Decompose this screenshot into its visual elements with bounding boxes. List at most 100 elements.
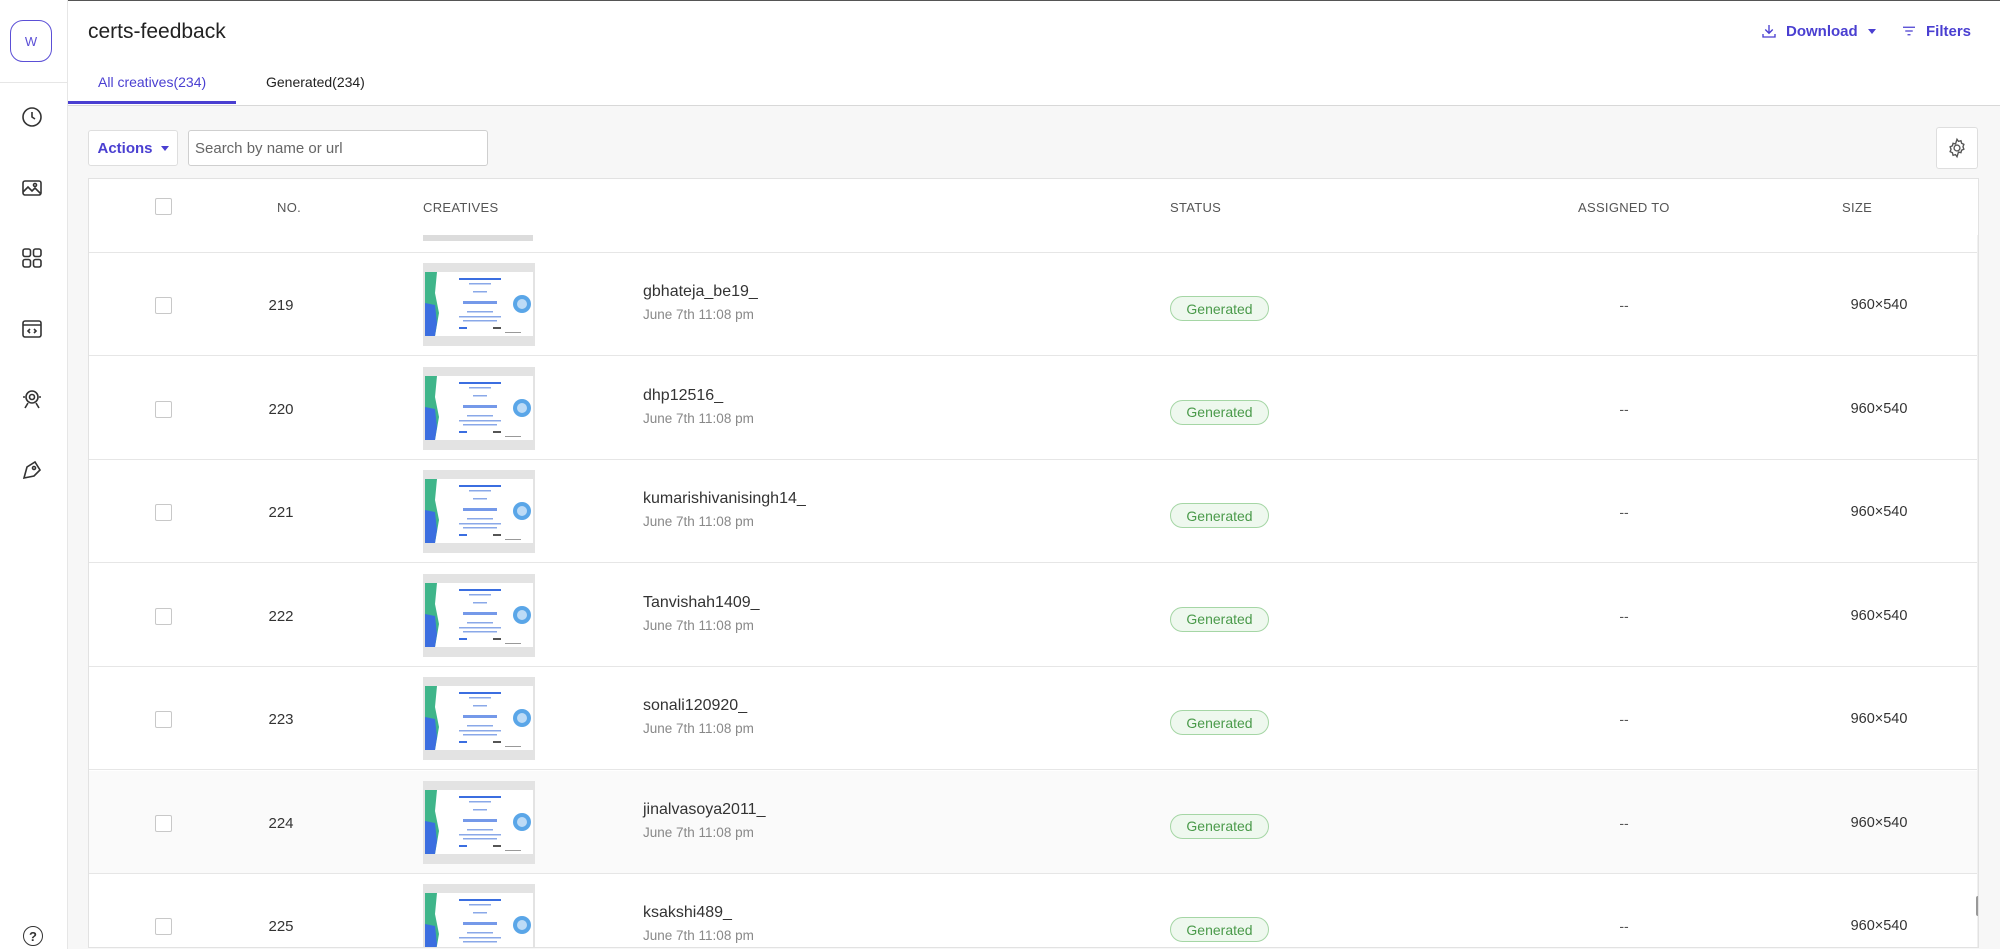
- row-checkbox[interactable]: [155, 918, 172, 935]
- creative-size: 960×540: [1850, 400, 1908, 417]
- creative-thumbnail[interactable]: [423, 884, 535, 947]
- assigned-to: --: [1619, 814, 1629, 831]
- help-icon[interactable]: ?: [23, 926, 43, 946]
- creative-thumbnail[interactable]: [423, 780, 535, 864]
- download-icon: [1762, 25, 1776, 38]
- creative-name[interactable]: jinalvasoya2011_: [643, 801, 765, 819]
- filters-label: Filters: [1926, 22, 1972, 40]
- creative-date: June 7th 11:08 pm: [643, 307, 754, 322]
- code-icon[interactable]: [18, 315, 46, 343]
- download-button[interactable]: Download: [1760, 22, 1876, 40]
- settings-button[interactable]: [1936, 127, 1978, 169]
- avatar-letter: W: [24, 33, 38, 49]
- row-checkbox[interactable]: [155, 504, 172, 521]
- sidebar-divider: [0, 82, 68, 83]
- chevron-down-icon: [160, 145, 169, 151]
- creative-name[interactable]: dhp12516_: [643, 387, 723, 405]
- page-title: certs-feedback: [88, 20, 226, 43]
- creative-thumbnail[interactable]: [423, 470, 535, 553]
- row-checkbox[interactable]: [155, 814, 172, 832]
- row-checkbox[interactable]: [155, 607, 172, 625]
- filter-icon: [1903, 26, 1915, 36]
- status-badge: Generated: [1170, 917, 1269, 942]
- scrollbar-track[interactable]: [1977, 235, 1978, 947]
- assigned-to: --: [1619, 607, 1629, 624]
- creative-size: 960×540: [1850, 607, 1908, 624]
- creative-date: June 7th 11:08 pm: [643, 514, 754, 529]
- sidebar: W ?: [0, 0, 68, 949]
- active-tab-indicator: [68, 101, 236, 104]
- row-number: 222: [268, 607, 294, 625]
- select-all-checkbox[interactable]: [155, 198, 172, 215]
- creative-size: 960×540: [1850, 504, 1908, 520]
- actions-dropdown[interactable]: Actions: [88, 130, 178, 166]
- row-checkbox[interactable]: [155, 711, 172, 728]
- gear-icon: [1949, 137, 1965, 159]
- workspace-avatar[interactable]: W: [10, 20, 52, 62]
- grid-icon[interactable]: [18, 244, 46, 272]
- row-number: 225: [268, 918, 294, 935]
- filters-button[interactable]: Filters: [1900, 22, 1971, 40]
- creative-name[interactable]: gbhateja_be19_: [643, 283, 758, 301]
- creative-thumbnail[interactable]: [423, 263, 535, 346]
- table-row[interactable]: 219 gbhateja_be19_ June 7th 11:08 pm Genera…: [89, 253, 1978, 356]
- creative-name[interactable]: kumarishivanisingh14_: [643, 490, 806, 508]
- table-row[interactable]: 220 dhp12516_ June 7th 11:08 pm Generated --…: [89, 356, 1978, 460]
- creatives-table: NO. CREATIVES STATUS ASSIGNED TO SIZE 21…: [88, 178, 1979, 948]
- row-checkbox[interactable]: [155, 297, 172, 314]
- assigned-to: --: [1619, 400, 1629, 417]
- status-badge: Generated: [1170, 399, 1269, 425]
- header-border: [68, 0, 2000, 1]
- table-row[interactable]: 223 sonali120920_ June 7th 11:08 pm Generat…: [89, 667, 1978, 770]
- partial-thumbnail: [423, 235, 533, 241]
- status-badge: Generated: [1170, 813, 1269, 839]
- col-size: SIZE: [1842, 200, 1873, 215]
- col-assigned: ASSIGNED TO: [1578, 200, 1670, 215]
- creative-size: 960×540: [1850, 814, 1908, 831]
- row-number: 220: [268, 400, 294, 418]
- creative-name[interactable]: Tanvishah1409_: [643, 594, 760, 612]
- assigned-to: --: [1619, 918, 1629, 934]
- download-label: Download: [1786, 22, 1858, 40]
- row-number: 219: [268, 297, 294, 314]
- creative-thumbnail[interactable]: [423, 677, 535, 760]
- table-row[interactable]: 224 jinalvasoya2011_ June 7th 11:08 pm Gene…: [89, 770, 1978, 874]
- creative-thumbnail[interactable]: [423, 573, 535, 657]
- creative-name[interactable]: sonali120920_: [643, 697, 747, 715]
- creative-size: 960×540: [1850, 297, 1908, 313]
- tab-all-creatives[interactable]: All creatives(234): [98, 74, 206, 90]
- creative-thumbnail[interactable]: [423, 366, 535, 450]
- col-status: STATUS: [1170, 200, 1222, 215]
- actions-label: Actions: [97, 139, 153, 157]
- tab-bar: All creatives(234) Generated(234): [68, 62, 2000, 106]
- creative-date: June 7th 11:08 pm: [643, 928, 754, 943]
- creative-date: June 7th 11:08 pm: [643, 824, 754, 840]
- row-number: 223: [268, 711, 294, 728]
- assigned-to: --: [1619, 711, 1629, 727]
- creative-date: June 7th 11:08 pm: [643, 721, 754, 736]
- image-icon[interactable]: [18, 174, 46, 202]
- table-header: NO. CREATIVES STATUS ASSIGNED TO SIZE: [89, 179, 1978, 235]
- assigned-to: --: [1619, 297, 1629, 313]
- assigned-to: --: [1619, 504, 1629, 520]
- tab-generated[interactable]: Generated(234): [266, 74, 365, 90]
- tag-icon[interactable]: [18, 456, 46, 484]
- col-creatives: CREATIVES: [423, 200, 499, 215]
- table-row[interactable]: 222 Tanvishah1409_ June 7th 11:08 pm Genera…: [89, 563, 1978, 667]
- col-no: NO.: [277, 200, 302, 215]
- status-badge: Generated: [1170, 606, 1269, 632]
- status-badge: Generated: [1170, 296, 1269, 321]
- creative-name[interactable]: ksakshi489_: [643, 904, 732, 922]
- help-label: ?: [29, 928, 37, 944]
- clock-icon[interactable]: [18, 103, 46, 131]
- camera-icon[interactable]: [18, 385, 46, 413]
- scrollbar-thumb[interactable]: [1976, 896, 1978, 916]
- row-checkbox[interactable]: [155, 400, 172, 418]
- creative-size: 960×540: [1850, 711, 1908, 727]
- table-row[interactable]: 221 kumarishivanisingh14_ June 7th 11:08 p…: [89, 460, 1978, 563]
- search-input[interactable]: [188, 130, 488, 166]
- creative-size: 960×540: [1850, 918, 1908, 934]
- creative-date: June 7th 11:08 pm: [643, 617, 754, 633]
- table-row[interactable]: 225 ksakshi489_ June 7th 11:08 pm Generated…: [89, 874, 1978, 947]
- row-number: 224: [268, 814, 294, 832]
